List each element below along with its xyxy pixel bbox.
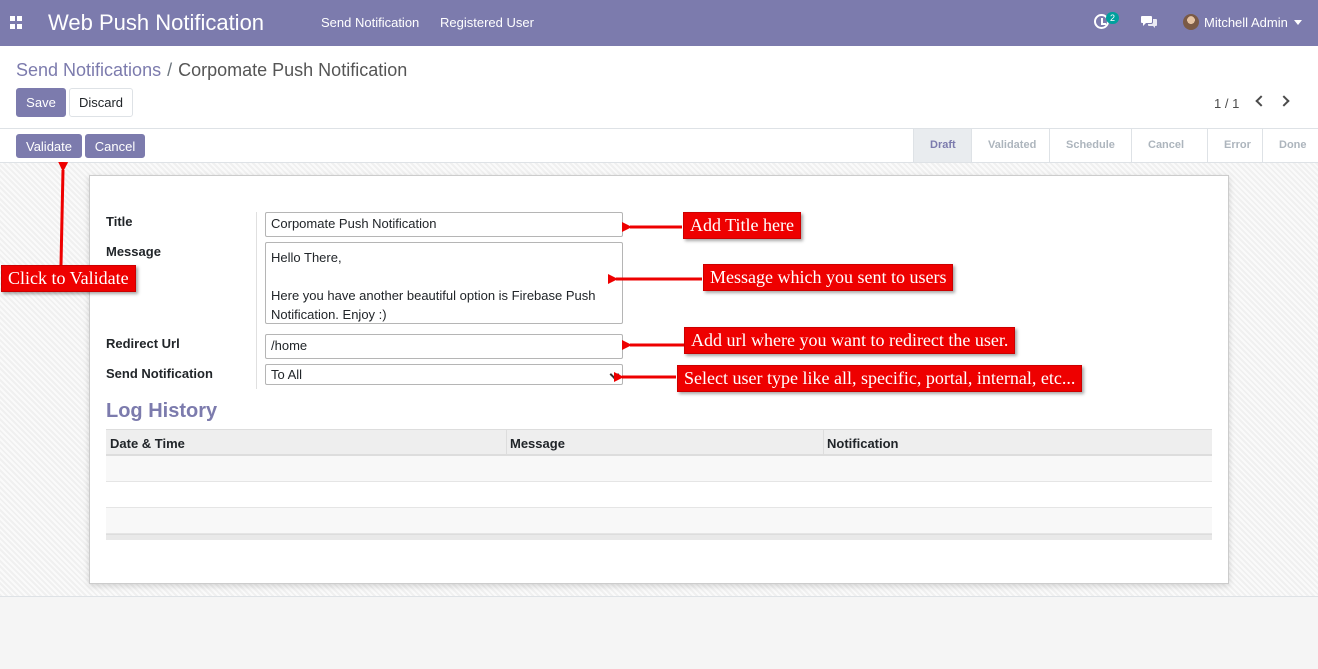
- column-date-time[interactable]: Date & Time: [110, 436, 185, 451]
- log-history-title: Log History: [106, 400, 218, 422]
- label-divider: [256, 212, 257, 389]
- column-separator: [506, 430, 507, 455]
- column-message[interactable]: Message: [510, 436, 565, 451]
- stage-schedule[interactable]: Schedule: [1049, 129, 1131, 162]
- pager-value[interactable]: 1 / 1: [1214, 96, 1239, 111]
- title-input[interactable]: Corpomate Push Notification: [265, 212, 623, 237]
- chevron-right-icon[interactable]: [1278, 95, 1290, 107]
- send-notification-select[interactable]: To All: [265, 364, 623, 385]
- table-row: [106, 482, 1212, 508]
- annotation-url: Add url where you want to redirect the u…: [684, 327, 1016, 354]
- stage-done[interactable]: Done: [1262, 129, 1318, 162]
- log-history-table: Date & Time Message Notification: [106, 429, 1212, 540]
- column-notification[interactable]: Notification: [827, 436, 899, 451]
- top-navbar: Web Push Notification Send Notification …: [0, 0, 1318, 46]
- save-button[interactable]: Save: [16, 88, 66, 117]
- user-avatar[interactable]: [1183, 14, 1199, 30]
- stage-cancel[interactable]: Cancel: [1131, 129, 1207, 162]
- annotation-message: Message which you sent to users: [703, 264, 954, 291]
- table-footer: [106, 534, 1212, 540]
- activity-badge: 2: [1106, 12, 1120, 24]
- stage-validated[interactable]: Validated: [971, 129, 1049, 162]
- title-label: Title: [106, 214, 133, 229]
- message-line: Notification. Enjoy :): [271, 307, 387, 322]
- discard-button[interactable]: Discard: [69, 88, 133, 117]
- control-panel: Send Notifications / Corpomate Push Notifi…: [0, 46, 1318, 129]
- table-header: Date & Time Message Notification: [106, 429, 1212, 456]
- annotation-send: Select user type like all, specific, por…: [677, 365, 1083, 392]
- status-bar: Validate Cancel Draft Validated Schedule…: [0, 129, 1318, 163]
- breadcrumb: Send Notifications / Corpomate Push Notifi…: [16, 60, 407, 81]
- table-row: [106, 508, 1212, 534]
- message-label: Message: [106, 244, 161, 259]
- stage-draft[interactable]: Draft: [913, 129, 971, 162]
- chevron-left-icon[interactable]: [1254, 95, 1267, 107]
- message-textarea[interactable]: Hello There, Here you have another beaut…: [265, 242, 623, 324]
- breadcrumb-parent[interactable]: Send Notifications: [16, 60, 161, 80]
- user-menu-name[interactable]: Mitchell Admin: [1204, 15, 1288, 30]
- breadcrumb-separator: /: [167, 60, 173, 80]
- redirect-url-input[interactable]: /home: [265, 334, 623, 359]
- message-line: Hello There,: [271, 250, 342, 265]
- stage-error[interactable]: Error: [1207, 129, 1262, 162]
- chat-icon[interactable]: [1141, 15, 1158, 29]
- breadcrumb-current: Corpomate Push Notification: [178, 60, 408, 80]
- send-notification-value: To All: [271, 367, 303, 382]
- menu-send-notification[interactable]: Send Notification: [321, 15, 419, 30]
- redirect-url-label: Redirect Url: [106, 336, 180, 351]
- stage-pipeline: Draft Validated Schedule Cancel Error Do…: [913, 129, 1318, 162]
- cancel-button[interactable]: Cancel: [85, 134, 145, 158]
- chevron-down-icon[interactable]: [1294, 20, 1302, 25]
- send-notification-label: Send Notification: [106, 366, 213, 381]
- apps-menu-icon[interactable]: [10, 16, 23, 29]
- message-line: Here you have another beautiful option i…: [271, 288, 596, 303]
- menu-registered-user[interactable]: Registered User: [440, 15, 534, 30]
- chevron-down-icon: [609, 369, 620, 380]
- app-title[interactable]: Web Push Notification: [48, 10, 264, 36]
- annotation-title: Add Title here: [683, 212, 802, 239]
- annotation-validate: Click to Validate: [1, 265, 136, 292]
- column-separator: [823, 430, 824, 455]
- validate-button[interactable]: Validate: [16, 134, 82, 158]
- message-line: [271, 267, 617, 286]
- table-row: [106, 456, 1212, 482]
